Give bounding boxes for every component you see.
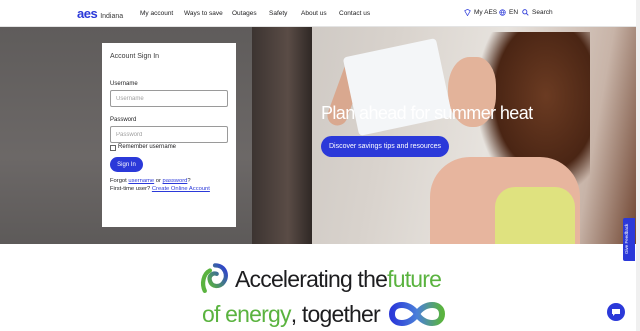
hero-title: Plan ahead for summer heat: [321, 103, 533, 123]
nav-contact-us[interactable]: Contact us: [339, 10, 379, 17]
shield-icon: [464, 9, 471, 16]
search-label: Search: [532, 9, 553, 16]
sign-in-button[interactable]: Sign In: [110, 157, 143, 172]
logo-region: Indiana: [100, 13, 124, 20]
password-label: Password: [110, 117, 137, 123]
chat-icon: [612, 309, 620, 316]
tagline-future: future: [387, 265, 442, 292]
discover-savings-button[interactable]: Discover savings tips and resources: [321, 136, 449, 157]
give-feedback-tab[interactable]: Give Feedback: [623, 218, 635, 261]
hero-banner: Plan ahead for summer heat Discover savi…: [0, 27, 640, 244]
give-feedback-label: Give Feedback: [624, 223, 629, 254]
forgot-username-link[interactable]: username: [128, 178, 154, 184]
sign-in-title: Account Sign In: [110, 53, 160, 60]
language-selector[interactable]: EN: [499, 9, 518, 16]
forgot-prefix: Forgot: [110, 178, 129, 184]
tagline-together: , together: [290, 300, 381, 327]
username-input[interactable]: [110, 90, 228, 107]
nav-outages[interactable]: Outages: [232, 10, 269, 17]
tagline-line-2: of energy, together: [202, 298, 448, 330]
my-aes-label: My AES: [474, 9, 498, 16]
page-scrollbar[interactable]: [636, 0, 640, 331]
infinity-logo-icon: [388, 302, 445, 326]
first-time-label: First-time user?: [110, 186, 152, 192]
hero-photo-door: [252, 27, 312, 244]
search-icon: [522, 9, 529, 16]
sign-in-card: Account Sign In Username Password Rememb…: [102, 43, 236, 227]
nav-my-account[interactable]: My account: [140, 10, 184, 17]
forgot-credentials-text: Forgot username or password?: [110, 178, 191, 184]
create-account-link[interactable]: Create Online Account: [152, 186, 210, 192]
remember-username-checkbox[interactable]: [110, 145, 116, 151]
nav-safety[interactable]: Safety: [269, 10, 301, 17]
tagline-of-energy: of energy: [202, 300, 292, 327]
forgot-suffix: ?: [187, 178, 191, 184]
chat-button[interactable]: [607, 303, 625, 321]
hero-photo-top: [495, 187, 575, 244]
nav-about-us[interactable]: About us: [301, 10, 339, 17]
swirl-logo-icon: [201, 263, 228, 294]
logo-wordmark: aes: [77, 6, 98, 21]
tagline-accelerating: Accelerating the: [235, 265, 388, 292]
forgot-password-link[interactable]: password: [163, 178, 188, 184]
my-aes-link[interactable]: My AES: [464, 9, 497, 16]
remember-username-label: Remember username: [118, 144, 177, 150]
tagline-line-1: Accelerating the future: [198, 262, 442, 296]
username-label: Username: [110, 81, 138, 87]
search-link[interactable]: Search: [522, 9, 553, 16]
forgot-or: or: [154, 178, 163, 184]
language-label: EN: [509, 9, 519, 16]
aes-indiana-logo[interactable]: aes Indiana: [77, 6, 123, 21]
site-header: aes Indiana My account Ways to save Outa…: [0, 0, 640, 27]
globe-icon: [499, 9, 506, 16]
nav-ways-to-save[interactable]: Ways to save: [184, 10, 232, 17]
password-input[interactable]: [110, 126, 228, 143]
main-nav: My account Ways to save Outages Safety A…: [140, 10, 379, 17]
first-time-text: First-time user? Create Online Account: [110, 186, 210, 192]
